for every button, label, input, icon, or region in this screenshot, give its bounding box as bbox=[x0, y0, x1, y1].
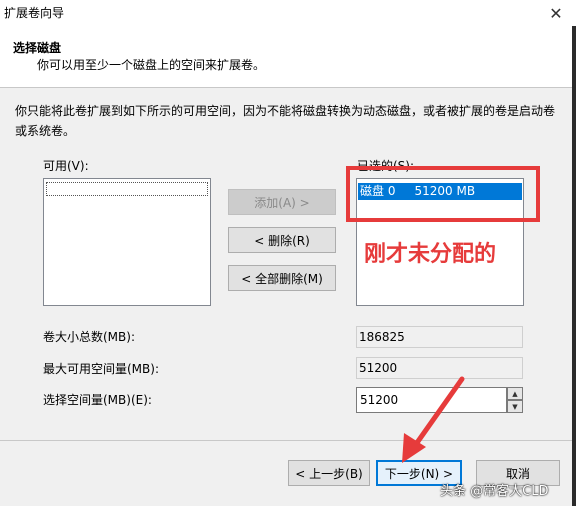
back-button[interactable]: < 上一步(B) bbox=[288, 460, 370, 486]
description-text: 你只能将此卷扩展到如下所示的可用空间，因为不能将磁盘转换为动态磁盘，或者被扩展的… bbox=[15, 104, 556, 138]
annotation-highlight-box bbox=[346, 166, 540, 222]
annotation-text: 刚才未分配的 bbox=[364, 242, 497, 267]
title-bar: 扩展卷向导 ✕ bbox=[0, 0, 576, 26]
available-disks-list[interactable] bbox=[43, 178, 211, 306]
window-title: 扩展卷向导 bbox=[4, 6, 65, 20]
annotation-arrow-icon bbox=[402, 376, 465, 463]
available-label: 可用(V): bbox=[43, 159, 89, 173]
add-button[interactable]: 添加(A) > bbox=[228, 189, 336, 215]
total-size-field: 186825 bbox=[356, 326, 523, 348]
window-edge bbox=[572, 26, 576, 506]
remove-all-button[interactable]: < 全部删除(M) bbox=[228, 265, 336, 291]
close-icon[interactable]: ✕ bbox=[536, 0, 576, 26]
wizard-header: 选择磁盘 你可以用至少一个磁盘上的空间来扩展卷。 bbox=[0, 26, 572, 88]
max-space-label: 最大可用空间量(MB): bbox=[43, 362, 159, 376]
spin-down-icon[interactable]: ▼ bbox=[507, 400, 523, 413]
header-title: 选择磁盘 bbox=[13, 41, 62, 55]
choose-space-label: 选择空间量(MB)(E): bbox=[43, 393, 152, 407]
total-size-label: 卷大小总数(MB): bbox=[43, 330, 135, 344]
header-subtitle: 你可以用至少一个磁盘上的空间来扩展卷。 bbox=[37, 58, 266, 72]
spin-up-icon[interactable]: ▲ bbox=[507, 387, 523, 400]
watermark: 头条 @常客大CLD bbox=[440, 484, 549, 499]
focus-rect bbox=[46, 182, 208, 196]
remove-button[interactable]: < 删除(R) bbox=[228, 227, 336, 253]
